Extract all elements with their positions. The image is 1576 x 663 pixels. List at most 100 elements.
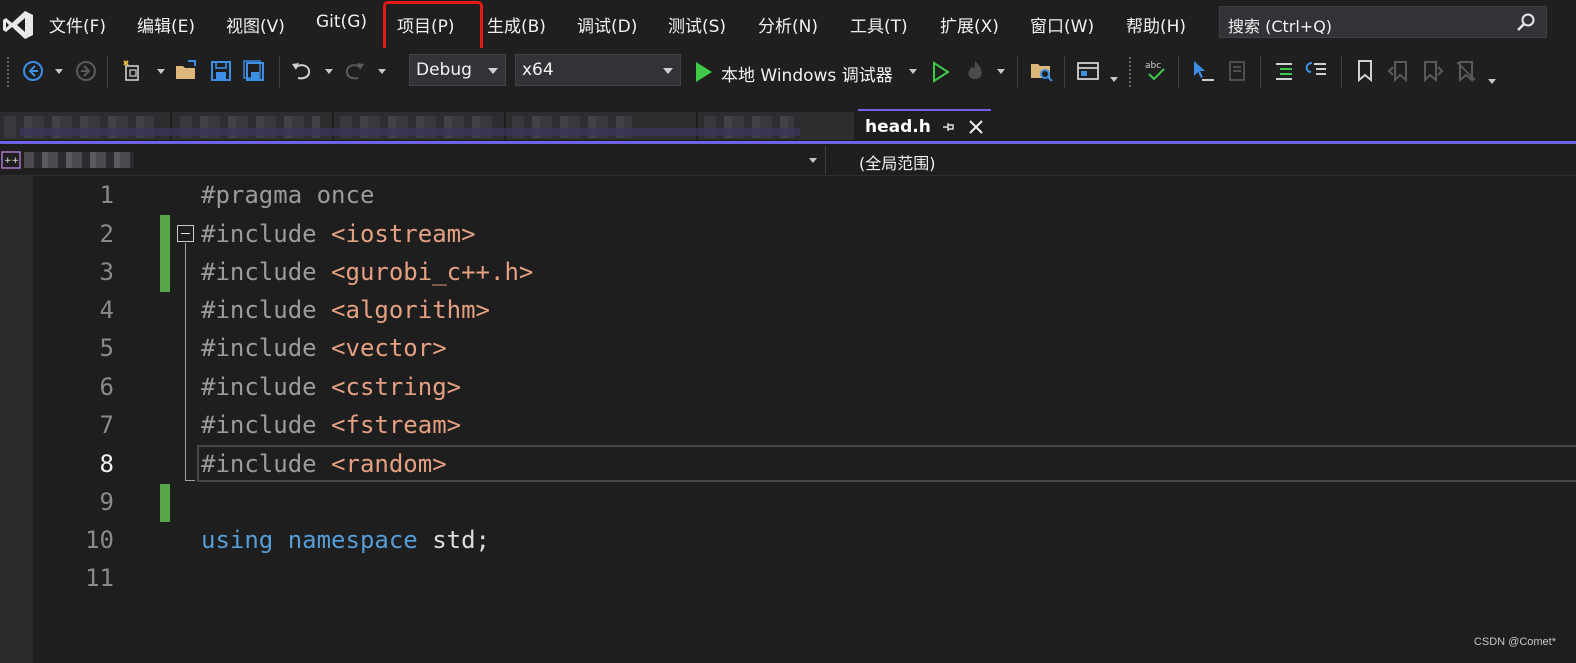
visual-studio-logo-icon[interactable] (2, 10, 34, 40)
chevron-down-icon (488, 68, 498, 74)
close-icon[interactable] (968, 119, 984, 135)
back-dropdown-arrow-icon[interactable] (55, 69, 63, 74)
preprocessor-text: #include (201, 334, 332, 362)
menu-bar: 文件(F) 编辑(E) 视图(V) Git(G) 项目(P) 生成(B) 调试(… (0, 0, 1576, 62)
redo-icon[interactable] (342, 58, 368, 84)
layout-dropdown-arrow-icon[interactable] (1110, 77, 1118, 82)
watermark: CSDN @Comet* (1473, 636, 1556, 648)
search-input[interactable]: 搜索 (Ctrl+Q) (1219, 6, 1547, 38)
code-line[interactable]: #include <cstring> (201, 373, 461, 401)
menu-file[interactable]: 文件(F) (49, 12, 106, 37)
start-debugging-icon[interactable] (690, 59, 716, 85)
format-document-icon[interactable] (1224, 58, 1250, 84)
identifier-std: std; (417, 526, 490, 554)
code-line[interactable]: #include <fstream> (201, 411, 461, 439)
navigate-back-icon[interactable] (20, 58, 46, 84)
code-line[interactable]: #pragma once (201, 181, 374, 209)
debugger-dropdown-arrow-icon[interactable] (909, 69, 917, 74)
toolbar-separator (107, 56, 108, 88)
save-icon[interactable] (208, 58, 234, 84)
menu-window[interactable]: 窗口(W) (1030, 12, 1094, 37)
menu-debug[interactable]: 调试(D) (577, 12, 637, 37)
open-folder-icon[interactable] (173, 58, 199, 84)
menu-analyze[interactable]: 分析(N) (758, 12, 818, 37)
start-without-debugging-icon[interactable] (927, 59, 953, 85)
preprocessor-text: #include (201, 373, 332, 401)
include-path: <iostream> (331, 220, 476, 248)
code-line-current[interactable]: #include <random> (201, 450, 447, 478)
code-line[interactable]: using namespace std; (201, 526, 490, 554)
menu-view[interactable]: 视图(V) (226, 12, 285, 37)
redo-dropdown-arrow-icon[interactable] (378, 69, 386, 74)
select-element-icon[interactable] (1190, 58, 1216, 84)
toolbar-grip[interactable] (1128, 56, 1132, 88)
line-number: 2 (99, 220, 114, 248)
search-icon[interactable] (1516, 12, 1536, 32)
comment-lines-icon[interactable] (1271, 58, 1297, 84)
undo-icon[interactable] (288, 58, 314, 84)
platform-select[interactable]: x64 (515, 54, 681, 86)
next-bookmark-icon[interactable] (1419, 58, 1445, 84)
chevron-down-icon (663, 68, 673, 74)
clear-bookmarks-icon[interactable] (1453, 58, 1479, 84)
save-all-icon[interactable] (241, 58, 267, 84)
configuration-select[interactable]: Debug (409, 54, 506, 86)
menu-edit[interactable]: 编辑(E) (137, 12, 195, 37)
toolbar: Debug x64 本地 Windows 调试器 abc (0, 48, 1576, 96)
menu-build[interactable]: 生成(B) (487, 12, 546, 37)
new-dropdown-arrow-icon[interactable] (157, 69, 165, 74)
menu-help[interactable]: 帮助(H) (1126, 12, 1186, 37)
svg-text:++: ++ (4, 156, 19, 166)
hot-reload-icon[interactable] (962, 58, 988, 84)
hot-reload-dropdown-arrow-icon[interactable] (997, 69, 1005, 74)
line-number: 3 (99, 258, 114, 286)
code-line[interactable]: #include <iostream> (201, 220, 476, 248)
menu-tools[interactable]: 工具(T) (850, 12, 908, 37)
code-line[interactable]: #include <vector> (201, 334, 447, 362)
preprocessor-text: #include (201, 220, 332, 248)
include-path: <cstring> (331, 373, 462, 401)
toolbar-grip[interactable] (6, 56, 10, 88)
chevron-down-icon (809, 158, 817, 163)
toolbar-separator (1017, 56, 1018, 88)
fold-guide (185, 243, 186, 481)
change-indicator (160, 484, 170, 522)
redacted-project-name (24, 152, 134, 168)
menu-git[interactable]: Git(G) (316, 12, 367, 32)
uncomment-lines-icon[interactable] (1303, 58, 1329, 84)
tab-head-h[interactable]: head.h (858, 109, 991, 142)
scope-select[interactable]: (全局范围) (859, 150, 936, 174)
toolbar-separator (1341, 56, 1342, 88)
new-project-icon[interactable] (120, 58, 146, 84)
spell-check-icon[interactable]: abc (1143, 58, 1169, 84)
project-select[interactable]: ++ (0, 146, 826, 174)
include-path: <random> (331, 450, 447, 478)
menu-test[interactable]: 测试(S) (668, 12, 726, 37)
configuration-value: Debug (416, 60, 472, 80)
previous-bookmark-icon[interactable] (1386, 58, 1412, 84)
code-line[interactable]: #include <gurobi_c++.h> (201, 258, 533, 286)
line-number-current: 8 (99, 450, 114, 478)
start-debugger-button[interactable]: 本地 Windows 调试器 (721, 61, 893, 86)
toggle-bookmark-icon[interactable] (1352, 58, 1378, 84)
document-tabs: head.h (0, 106, 1576, 142)
include-path: <vector> (331, 334, 447, 362)
toolbar-separator (1178, 56, 1179, 88)
include-path: <gurobi_c++.h> (331, 258, 534, 286)
window-layout-icon[interactable] (1075, 58, 1101, 84)
code-line[interactable]: #include <algorithm> (201, 296, 490, 324)
preprocessor-text: #pragma once (201, 181, 375, 209)
navigate-forward-icon[interactable] (73, 58, 99, 84)
toolbar-separator (1064, 56, 1065, 88)
toolbar-overflow-arrow-icon[interactable] (1488, 79, 1496, 84)
pin-icon[interactable] (940, 119, 956, 135)
collapse-region-icon[interactable] (177, 225, 194, 242)
line-number: 6 (99, 373, 114, 401)
editor-left-margin (0, 176, 33, 663)
find-in-files-icon[interactable] (1028, 58, 1054, 84)
line-number: 11 (85, 564, 114, 592)
menu-extensions[interactable]: 扩展(X) (940, 12, 999, 37)
toolbar-separator (279, 56, 280, 88)
line-number: 10 (85, 526, 114, 554)
undo-dropdown-arrow-icon[interactable] (325, 69, 333, 74)
